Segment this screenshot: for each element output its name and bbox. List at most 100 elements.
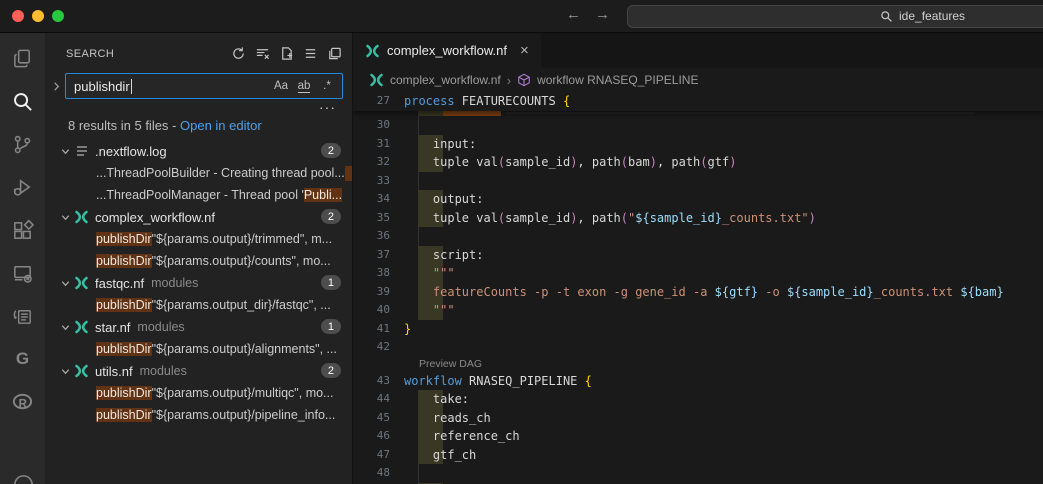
file-result-row[interactable]: fastqc.nfmodules1 [45, 272, 352, 294]
maximize-window-button[interactable] [52, 10, 64, 22]
breadcrumb-symbol[interactable]: workflow RNASEQ_PIPELINE [537, 73, 698, 87]
code-line[interactable]: 40 """ [353, 301, 1043, 320]
code-token: reference_ch [404, 429, 520, 443]
chevron-down-icon[interactable] [57, 366, 73, 377]
code-token: """ [404, 266, 455, 280]
extensions-icon[interactable] [11, 218, 35, 242]
code-line[interactable]: 48 [353, 464, 1043, 483]
file-result-row[interactable]: complex_workflow.nf2 [45, 206, 352, 228]
line-number: 35 [353, 209, 404, 228]
code-line[interactable]: 46 reference_ch [353, 427, 1043, 446]
open-search-editor-icon[interactable] [279, 46, 294, 61]
account-icon[interactable] [11, 472, 35, 484]
chevron-down-icon[interactable] [57, 146, 73, 157]
code-line[interactable]: 35 tuple val(sample_id), path("${sample_… [353, 209, 1043, 228]
code-line-text: gtf_ch [404, 446, 476, 465]
code-token: workflow [404, 374, 469, 388]
code-token: { [585, 374, 592, 388]
code-line[interactable]: 37 script: [353, 246, 1043, 265]
code-line-text: tuple val(sample_id), path(bam), path(gt… [404, 153, 736, 172]
line-number: 44 [353, 390, 404, 409]
code-editor[interactable]: 27process FEATURECOUNTS { 3031 input:32 … [353, 92, 1043, 484]
open-in-editor-link[interactable]: Open in editor [180, 118, 262, 133]
match-result-row[interactable]: publishDir "${params.output_dir}/fastqc"… [45, 294, 352, 316]
chevron-down-icon[interactable] [57, 322, 73, 333]
code-line-text: } [404, 320, 411, 339]
code-line[interactable]: 32 tuple val(sample_id), path(bam), path… [353, 153, 1043, 172]
match-result-row[interactable]: ...ThreadPoolManager - Thread pool 'Publ… [45, 184, 352, 206]
code-line-text: featureCounts -p -t exon -g gene_id -a $… [404, 283, 1004, 302]
code-line[interactable]: 44 take: [353, 390, 1043, 409]
match-result-row[interactable]: publishDir "${params.output}/pipeline_in… [45, 404, 352, 426]
code-line[interactable]: 33 [353, 172, 1043, 191]
match-case-toggle[interactable]: Aa [271, 76, 291, 96]
code-token: , path [577, 211, 620, 225]
source-control-icon[interactable] [11, 132, 35, 156]
close-tab-icon[interactable]: × [520, 42, 529, 59]
gitlens-icon[interactable]: G [11, 347, 35, 371]
match-result-row[interactable]: publishDir "${params.output}/trimmed", m… [45, 228, 352, 250]
file-folder: modules [137, 320, 184, 334]
toggle-replace-icon[interactable] [49, 81, 63, 92]
tab-label: complex_workflow.nf [387, 43, 507, 58]
codelens-preview-dag[interactable]: Preview DAG [353, 357, 1043, 372]
code-token: ${bam} [960, 285, 1003, 299]
navigate-forward-icon[interactable]: → [595, 6, 610, 23]
code-line[interactable]: 42 [353, 338, 1043, 357]
file-result-row[interactable]: .nextflow.log2 [45, 140, 352, 162]
code-line[interactable]: 47 gtf_ch [353, 446, 1043, 465]
breadcrumb-file[interactable]: complex_workflow.nf [390, 73, 501, 87]
code-line[interactable]: 31 input: [353, 135, 1043, 154]
nextflow-file-icon [365, 44, 380, 58]
match-result-row[interactable]: publishDir "${params.output}/alignments"… [45, 338, 352, 360]
match-text: ...ThreadPoolManager - Thread pool ' [96, 188, 304, 202]
minimize-window-button[interactable] [32, 10, 44, 22]
line-number: 46 [353, 427, 404, 446]
chevron-down-icon[interactable] [57, 212, 73, 223]
search-view-icon[interactable] [11, 89, 35, 113]
match-result-row[interactable]: publishDir "${params.output}/counts", mo… [45, 250, 352, 272]
search-input[interactable]: publishdir Aa ab .* [65, 73, 343, 99]
collapse-all-icon[interactable] [327, 46, 342, 61]
regex-toggle[interactable]: .* [317, 76, 337, 96]
r-language-icon[interactable]: R [11, 390, 35, 414]
explorer-icon[interactable] [11, 46, 35, 70]
results-summary: 8 results in 5 files - Open in editor [45, 115, 352, 140]
tab-bar: complex_workflow.nf × [353, 33, 1043, 68]
sticky-scroll-line[interactable]: 27process FEATURECOUNTS { [353, 92, 1043, 111]
match-result-row[interactable]: publishDir "${params.output}/multiqc", m… [45, 382, 352, 404]
close-window-button[interactable] [12, 10, 24, 22]
command-center[interactable]: ide_features [627, 5, 1043, 28]
clear-results-icon[interactable] [255, 46, 270, 61]
code-line-text: workflow RNASEQ_PIPELINE { [404, 372, 592, 391]
line-number: 42 [353, 338, 404, 357]
remote-explorer-icon[interactable] [11, 261, 35, 285]
code-line[interactable]: 30 [353, 116, 1043, 135]
file-result-row[interactable]: star.nfmodules1 [45, 316, 352, 338]
match-text: "${params.output}/alignments", ... [152, 342, 337, 356]
match-result-row[interactable]: ...ThreadPoolBuilder - Creating thread p… [45, 162, 352, 184]
file-name: star.nf [95, 320, 130, 335]
tab-complex-workflow[interactable]: complex_workflow.nf × [353, 33, 541, 68]
refresh-icon[interactable] [231, 46, 246, 61]
code-line[interactable]: 38 """ [353, 264, 1043, 283]
chevron-down-icon[interactable] [57, 278, 73, 289]
code-line[interactable]: 39 featureCounts -p -t exon -g gene_id -… [353, 283, 1043, 302]
toggle-search-details-icon[interactable]: ··· [45, 99, 352, 115]
code-token: RNASEQ_PIPELINE [469, 374, 585, 388]
code-line-text: reads_ch [404, 409, 491, 428]
navigate-back-icon[interactable]: ← [566, 6, 581, 23]
run-debug-icon[interactable] [11, 175, 35, 199]
whole-word-toggle[interactable]: ab [294, 76, 314, 96]
file-result-row[interactable]: utils.nfmodules2 [45, 360, 352, 382]
line-number: 33 [353, 172, 404, 191]
code-line[interactable]: 45 reads_ch [353, 409, 1043, 428]
code-line[interactable]: 43workflow RNASEQ_PIPELINE { [353, 372, 1043, 391]
code-line[interactable]: 41} [353, 320, 1043, 339]
code-line[interactable]: 36 [353, 227, 1043, 246]
code-token: gtf_ch [404, 448, 476, 462]
references-icon[interactable] [11, 304, 35, 328]
view-as-list-icon[interactable] [303, 46, 318, 61]
match-count-badge: 2 [321, 143, 341, 158]
code-line[interactable]: 34 output: [353, 190, 1043, 209]
